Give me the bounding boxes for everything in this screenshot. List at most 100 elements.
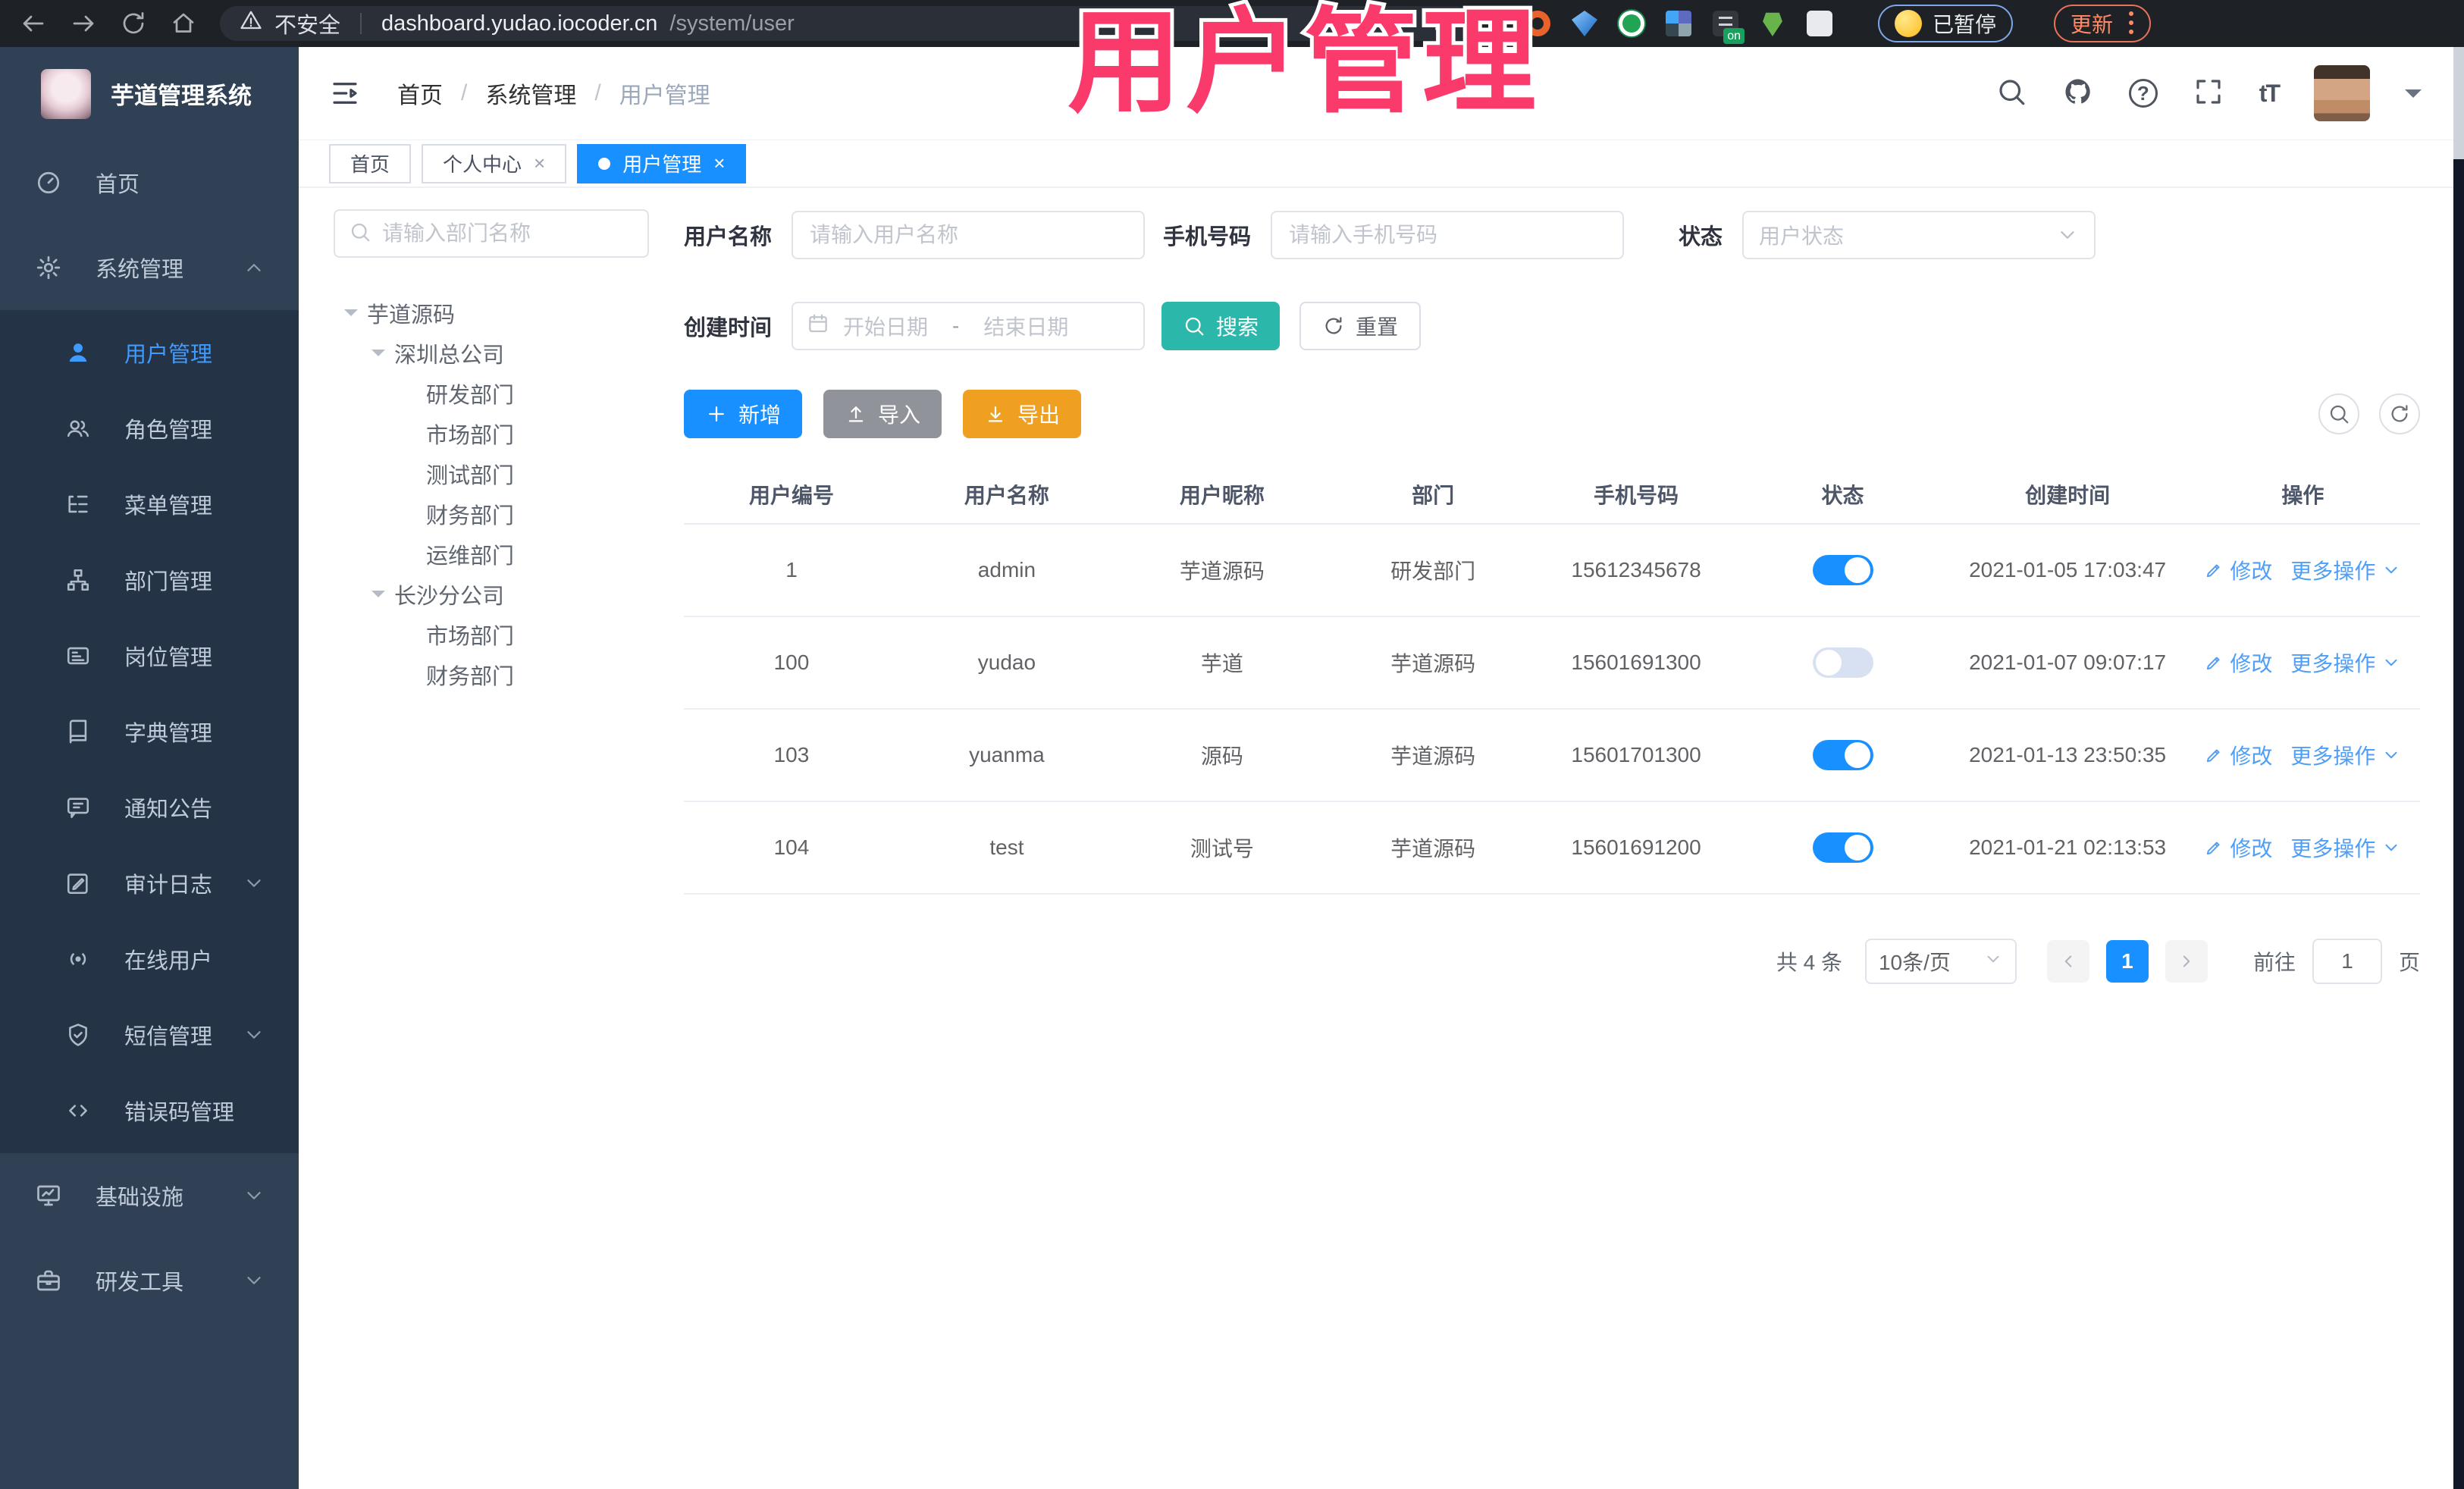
page-size-select[interactable]: 10条/页	[1864, 939, 2017, 984]
update-button[interactable]: 更新	[2054, 5, 2152, 42]
collapse-sidebar-icon[interactable]	[329, 77, 361, 109]
search-icon[interactable]	[1995, 76, 2027, 111]
username-input[interactable]	[792, 211, 1146, 259]
tree-node-company[interactable]: 深圳总公司	[334, 333, 655, 373]
dept-search-input[interactable]	[382, 221, 634, 246]
breadcrumb-home[interactable]: 首页	[397, 77, 443, 110]
show-search-button[interactable]	[2318, 393, 2359, 434]
tree-node-dept[interactable]: 财务部门	[334, 494, 655, 534]
sidebar-item-sms[interactable]: 短信管理	[0, 997, 299, 1073]
cell-user-id: 104	[773, 835, 810, 859]
extensions-puzzle-icon[interactable]	[1807, 11, 1832, 36]
caret-down-icon[interactable]	[344, 309, 358, 323]
tree-node-root[interactable]: 芋道源码	[334, 293, 655, 333]
more-actions-link[interactable]: 更多操作	[2290, 555, 2401, 585]
edit-link[interactable]: 修改	[2204, 555, 2272, 585]
sidebar-item-home[interactable]: 首页	[0, 140, 299, 225]
refresh-table-button[interactable]	[2379, 393, 2420, 434]
tree-node-dept[interactable]: 研发部门	[334, 373, 655, 413]
forward-icon[interactable]	[70, 10, 97, 37]
status-toggle[interactable]	[1812, 555, 1873, 585]
back-icon[interactable]	[20, 10, 47, 37]
sidebar-item-posts[interactable]: 岗位管理	[0, 618, 299, 694]
prev-page-button[interactable]	[2046, 940, 2089, 983]
status-toggle[interactable]	[1812, 647, 1873, 678]
tab-user-management[interactable]: 用户管理 ×	[577, 143, 747, 183]
sidebar-item-users[interactable]: 用户管理	[0, 315, 299, 390]
breadcrumb-system[interactable]: 系统管理	[485, 77, 576, 110]
bookmark-star-icon[interactable]	[1429, 8, 1455, 39]
next-page-button[interactable]	[2165, 940, 2208, 983]
extension-gem-icon[interactable]	[1572, 11, 1597, 36]
more-actions-link[interactable]: 更多操作	[2290, 832, 2401, 863]
tree-node-dept[interactable]: 市场部门	[334, 614, 655, 654]
scrollbar-thumb[interactable]	[2453, 47, 2464, 159]
app-header: 首页 / 系统管理 / 用户管理 ? tT	[299, 47, 2464, 140]
id-card-icon	[65, 643, 91, 669]
tab-home[interactable]: 首页	[329, 143, 412, 183]
caret-down-icon[interactable]	[371, 591, 385, 604]
chevron-down-icon[interactable]	[2405, 89, 2422, 106]
mobile-input[interactable]	[1271, 211, 1625, 259]
close-icon[interactable]: ×	[713, 152, 725, 175]
tree-node-dept[interactable]: 市场部门	[334, 413, 655, 453]
sidebar-item-departments[interactable]: 部门管理	[0, 542, 299, 618]
sidebar-item-system[interactable]: 系统管理	[0, 225, 299, 310]
sidebar-item-error-codes[interactable]: 错误码管理	[0, 1073, 299, 1149]
help-icon[interactable]: ?	[2128, 79, 2158, 108]
import-button[interactable]: 导入	[823, 390, 942, 438]
add-button[interactable]: 新增	[684, 390, 803, 438]
sidebar-item-dev-tools[interactable]: 研发工具	[0, 1238, 299, 1323]
status-toggle[interactable]	[1812, 832, 1873, 863]
cell-dept: 芋道源码	[1390, 744, 1476, 768]
extension-squares-icon[interactable]	[1666, 11, 1691, 36]
reload-icon[interactable]	[120, 10, 147, 37]
edit-link[interactable]: 修改	[2204, 740, 2272, 770]
sidebar-item-audit-log[interactable]: 审计日志	[0, 845, 299, 921]
reset-button[interactable]: 重置	[1299, 302, 1422, 350]
sidebar-item-menus[interactable]: 菜单管理	[0, 466, 299, 542]
address-bar[interactable]: 不安全 dashboard.yudao.iocoder.cn/system/us…	[220, 6, 1475, 41]
caret-down-icon[interactable]	[371, 350, 385, 363]
current-page[interactable]: 1	[2105, 940, 2149, 983]
tab-profile[interactable]: 个人中心 ×	[422, 143, 567, 183]
tree-node-company[interactable]: 长沙分公司	[334, 574, 655, 614]
more-actions-link[interactable]: 更多操作	[2290, 647, 2401, 678]
username-label: 用户名称	[684, 225, 773, 249]
more-actions-link[interactable]: 更多操作	[2290, 740, 2401, 770]
edit-link[interactable]: 修改	[2204, 647, 2272, 678]
search-button[interactable]: 搜索	[1161, 302, 1281, 350]
key-icon[interactable]	[1381, 8, 1406, 39]
extension-green-icon[interactable]	[1619, 11, 1644, 36]
extension-pin-icon[interactable]	[1763, 12, 1782, 36]
browser-menu-icon[interactable]	[2128, 10, 2134, 37]
tree-node-dept[interactable]: 财务部门	[334, 654, 655, 694]
github-icon[interactable]	[2062, 76, 2094, 111]
status-toggle[interactable]	[1812, 740, 1873, 770]
profile-paused-chip[interactable]: 已暂停	[1878, 5, 2014, 42]
close-icon[interactable]: ×	[534, 152, 545, 175]
refresh-icon	[2388, 403, 2411, 425]
sidebar-item-notice[interactable]: 通知公告	[0, 770, 299, 845]
page-scrollbar[interactable]	[2453, 47, 2464, 1489]
sidebar-item-infrastructure[interactable]: 基础设施	[0, 1153, 299, 1238]
extension-proxy-icon[interactable]	[1525, 11, 1550, 36]
status-select[interactable]: 用户状态	[1742, 211, 2096, 259]
fullscreen-icon[interactable]	[2193, 76, 2224, 111]
date-range-picker[interactable]: 开始日期 - 结束日期	[792, 302, 1146, 350]
app-logo-row[interactable]: 芋道管理系统	[0, 47, 299, 140]
goto-page-input[interactable]	[2312, 939, 2382, 984]
font-size-icon[interactable]: tT	[2259, 80, 2281, 108]
sidebar-item-dict[interactable]: 字典管理	[0, 694, 299, 770]
cell-username: yuanma	[969, 743, 1045, 766]
home-icon[interactable]	[170, 10, 197, 37]
sidebar-item-roles[interactable]: 角色管理	[0, 390, 299, 466]
edit-link[interactable]: 修改	[2204, 832, 2272, 863]
tree-node-dept[interactable]: 测试部门	[334, 453, 655, 494]
range-separator: -	[952, 314, 960, 337]
user-avatar[interactable]	[2314, 65, 2370, 121]
export-button[interactable]: 导出	[963, 390, 1082, 438]
sidebar-item-online-users[interactable]: 在线用户	[0, 921, 299, 997]
extension-list-icon[interactable]: on	[1713, 11, 1745, 44]
tree-node-dept[interactable]: 运维部门	[334, 534, 655, 574]
